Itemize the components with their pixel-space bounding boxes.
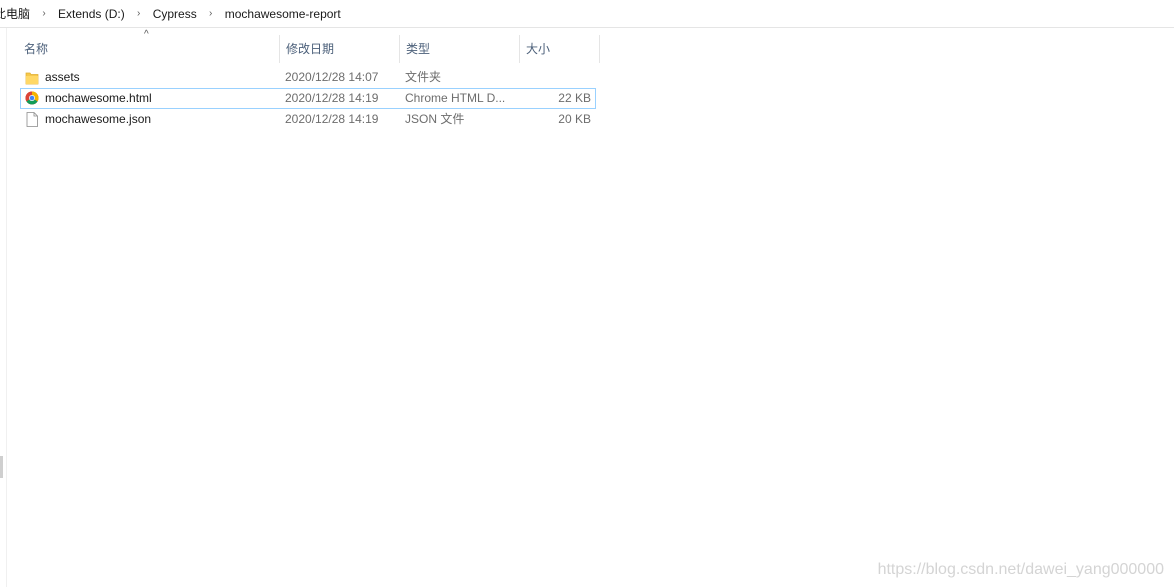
file-type: Chrome HTML D... [405, 91, 506, 105]
file-name: assets [45, 70, 80, 84]
breadcrumb-item-this-pc[interactable]: 此电脑 [0, 5, 32, 22]
file-size: 22 KB [558, 91, 591, 105]
file-date: 2020/12/28 14:19 [285, 112, 379, 126]
file-type: 文件夹 [405, 70, 442, 84]
folder-icon [25, 72, 39, 85]
file-date: 2020/12/28 14:07 [285, 70, 379, 84]
file-explorer-window: 此电脑 › Extends (D:) › Cypress › mochaweso… [0, 0, 1174, 587]
file-name: mochawesome.json [45, 112, 152, 126]
file-list: assets 2020/12/28 14:07 文件夹 mochawesome.… [20, 67, 596, 130]
file-row-mochawesome-json[interactable]: mochawesome.json 2020/12/28 14:19 JSON 文… [20, 109, 596, 130]
file-icon [26, 112, 38, 127]
breadcrumb-item-drive[interactable]: Extends (D:) [56, 7, 127, 21]
chevron-right-icon[interactable]: › [132, 8, 146, 19]
breadcrumb-item-report[interactable]: mochawesome-report [223, 7, 343, 21]
chrome-icon [25, 91, 39, 105]
file-date: 2020/12/28 14:19 [285, 91, 379, 105]
column-header-date[interactable]: 修改日期 [280, 35, 400, 63]
file-name: mochawesome.html [45, 91, 152, 105]
pane-splitter-handle[interactable] [0, 456, 3, 478]
watermark: https://blog.csdn.net/dawei_yang000000 [877, 561, 1164, 578]
chevron-right-icon[interactable]: › [204, 8, 218, 19]
file-type: JSON 文件 [405, 112, 465, 126]
breadcrumb: 此电脑 › Extends (D:) › Cypress › mochaweso… [0, 0, 1174, 28]
column-headers: ^ 名称 修改日期 类型 大小 [18, 30, 600, 63]
column-header-size[interactable]: 大小 [520, 35, 600, 63]
navigation-pane-edge [0, 28, 7, 587]
chevron-right-icon[interactable]: › [37, 8, 51, 19]
file-row-mochawesome-html[interactable]: mochawesome.html 2020/12/28 14:19 Chrome… [20, 88, 596, 109]
file-size [521, 68, 591, 87]
column-header-type[interactable]: 类型 [400, 35, 520, 63]
column-header-name[interactable]: 名称 [18, 35, 280, 63]
breadcrumb-item-cypress[interactable]: Cypress [151, 7, 199, 21]
file-row-assets[interactable]: assets 2020/12/28 14:07 文件夹 [20, 67, 596, 88]
file-size: 20 KB [558, 112, 591, 126]
